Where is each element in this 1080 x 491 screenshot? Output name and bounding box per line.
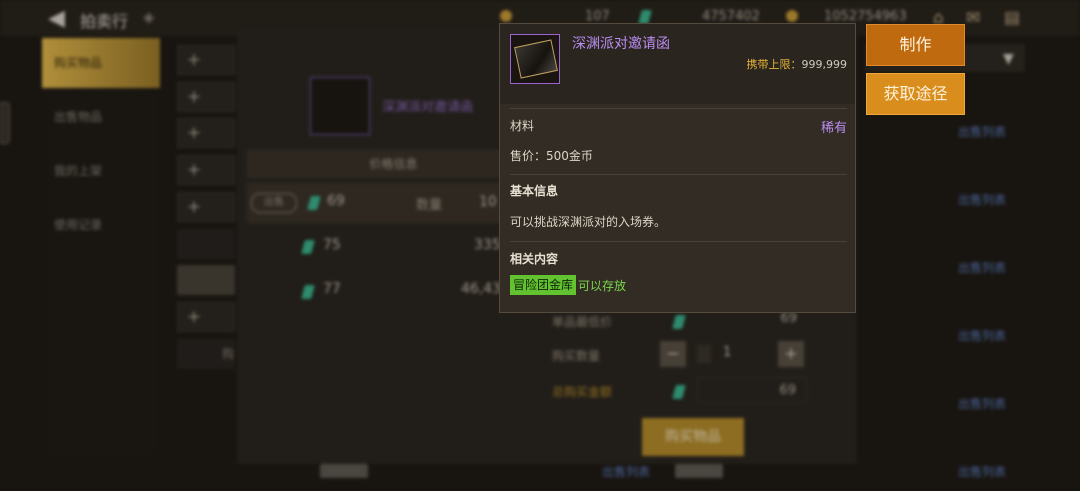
carry-limit-label: 携带上限： xyxy=(746,58,802,71)
basic-info-text: 可以挑战深渊派对的入场券。 xyxy=(510,215,667,229)
item-icon xyxy=(510,34,560,84)
item-tooltip: 深渊派对邀请函 携带上限：999,999 材料 稀有 售价：500金币 基本信息… xyxy=(499,23,856,313)
obtain-source-button[interactable]: 获取途径 xyxy=(866,73,965,115)
item-category: 材料 xyxy=(510,119,535,133)
item-name: 深渊派对邀请函 xyxy=(572,36,670,52)
related-heading: 相关内容 xyxy=(510,252,559,266)
carry-limit-value: 999,999 xyxy=(801,58,848,71)
carry-limit: 携带上限：999,999 xyxy=(747,56,848,72)
item-rarity: 稀有 xyxy=(820,121,847,136)
storage-note: 可以存放 xyxy=(578,279,627,293)
divider xyxy=(510,108,847,109)
invitation-card-icon xyxy=(514,39,558,79)
item-price: 售价：500金币 xyxy=(510,149,593,163)
basic-info-heading: 基本信息 xyxy=(510,184,559,198)
craft-button[interactable]: 制作 xyxy=(866,24,965,66)
divider xyxy=(510,174,847,175)
divider xyxy=(510,241,847,242)
storage-tag: 冒险团金库 xyxy=(510,275,577,295)
